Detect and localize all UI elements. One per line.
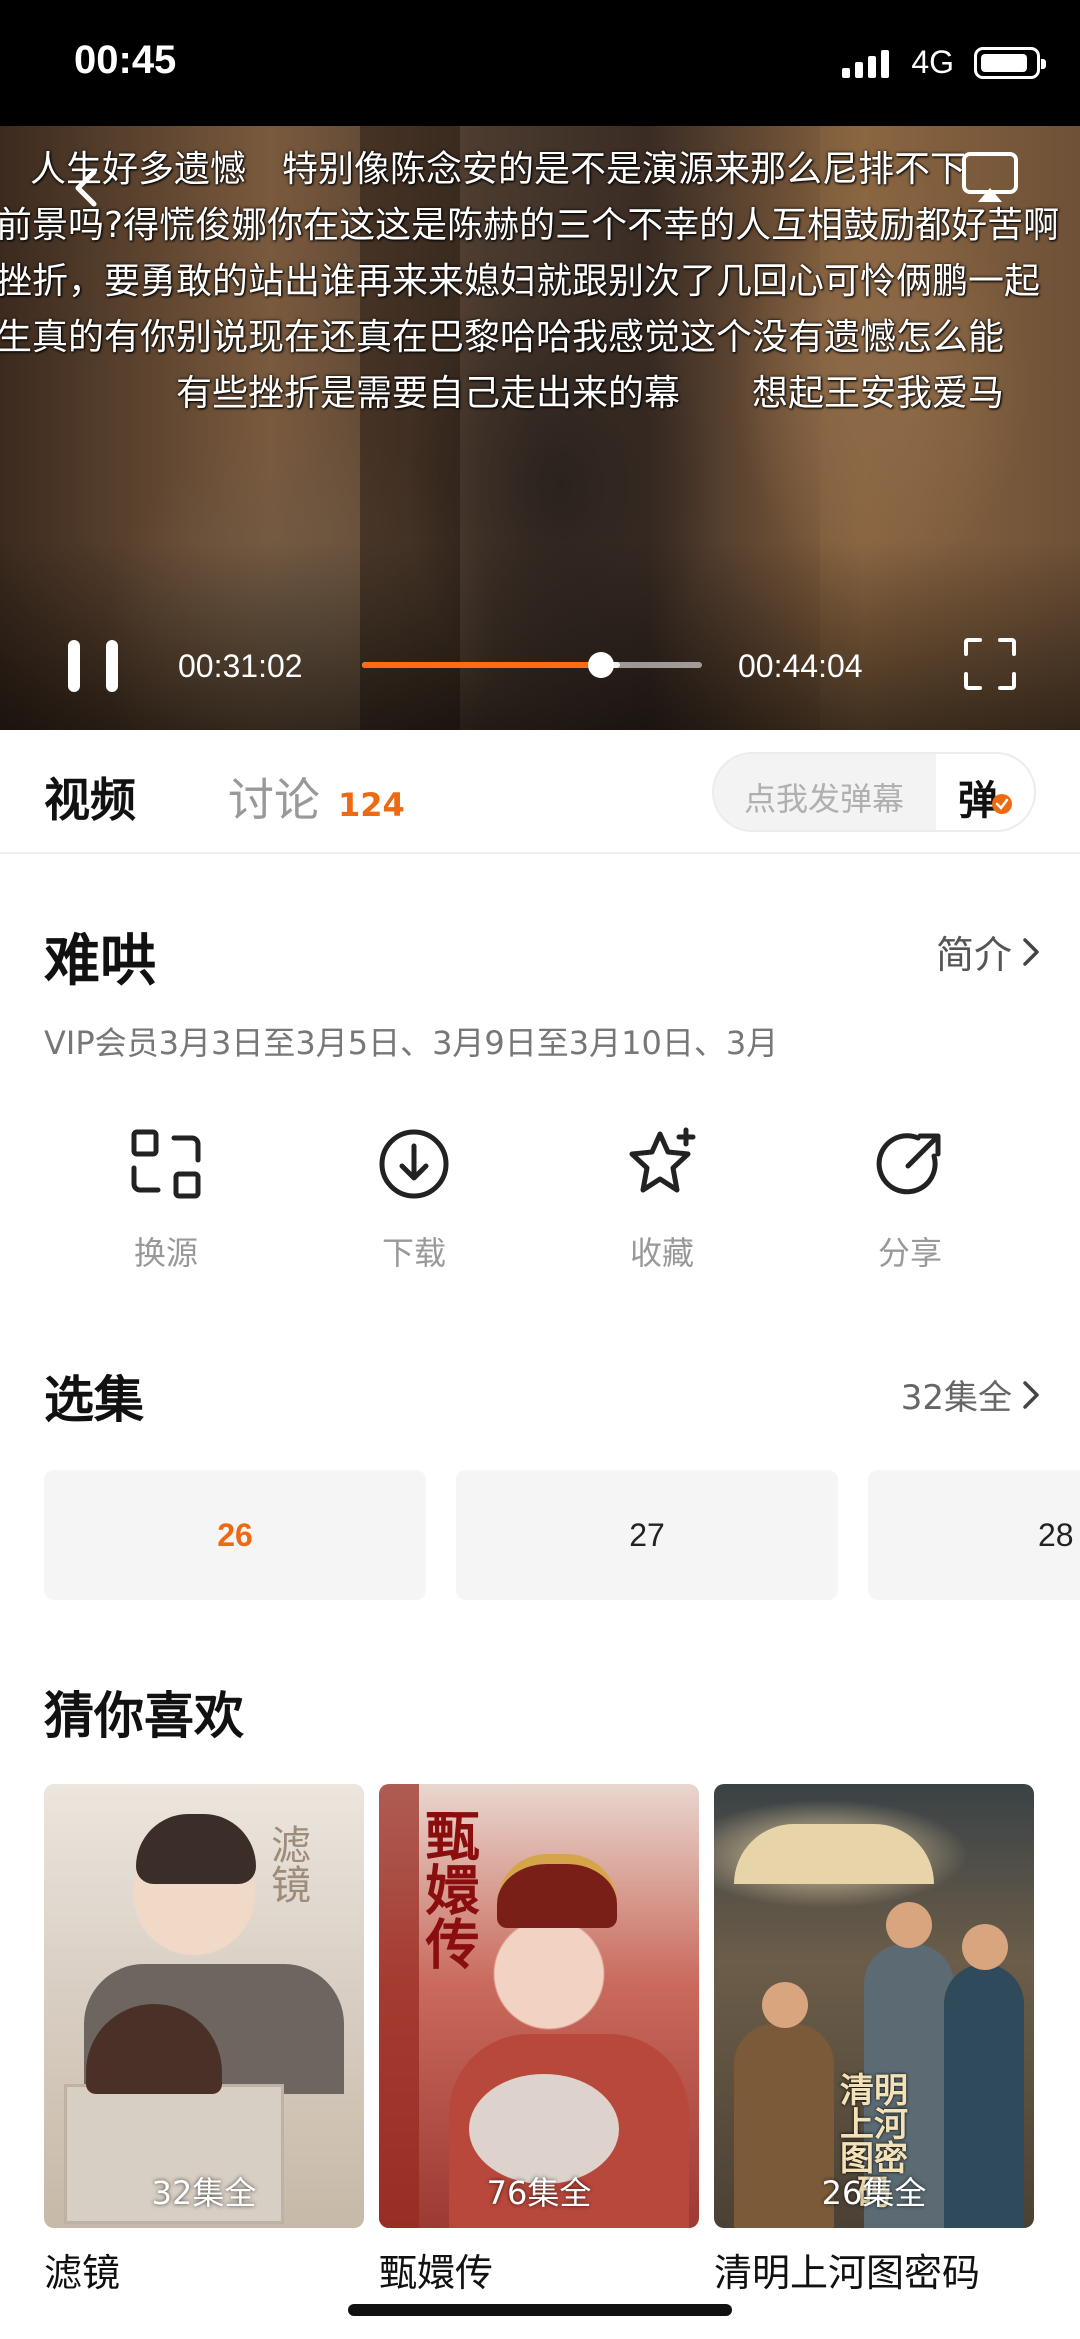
recommend-card[interactable]: 甄嬛传 76集全 甄嬛传 bbox=[379, 1784, 699, 2297]
battery-icon bbox=[974, 46, 1046, 79]
back-arrow-icon[interactable] bbox=[66, 168, 106, 208]
episode-count: 76集全 bbox=[486, 2174, 592, 2212]
episode-count: 26集全 bbox=[821, 2174, 927, 2212]
danmaku-placeholder: 点我发弹幕 bbox=[744, 780, 905, 818]
vip-schedule-note: VIP会员3月3日至3月5日、3月9日至3月10日、3月 bbox=[44, 1024, 779, 1062]
all-episodes-link[interactable]: 32集全 bbox=[901, 1370, 1040, 1419]
poster-logo: 滤镜 bbox=[264, 1824, 310, 1904]
action-label: 下载 bbox=[381, 1234, 446, 1272]
recommend-card[interactable]: 清明上河图密码 26集全 清明上河图密码 bbox=[714, 1784, 1034, 2297]
danmaku-comment: 前景吗?得慌俊娜你在这这是陈赫的三个不幸的人互相鼓励都好苦啊 bbox=[0, 205, 1060, 246]
danmaku-toggle-label: 弹 bbox=[958, 778, 998, 824]
fullscreen-icon[interactable] bbox=[962, 636, 1018, 692]
pause-button[interactable] bbox=[66, 640, 120, 692]
episode-list: 26 27 28 bbox=[44, 1470, 1080, 1600]
chevron-right-icon bbox=[1023, 937, 1039, 966]
status-bar: 00:45 4G bbox=[0, 0, 1080, 126]
danmaku-toggle-button[interactable]: 弹 bbox=[936, 754, 1034, 830]
video-player[interactable]: 人生好多遗憾 特别像陈念安的是不是演源来那么尼排不下 前景吗?得慌俊娜你在这这是… bbox=[0, 126, 1080, 730]
recommend-name: 清明上河图密码 bbox=[714, 2251, 981, 2295]
download-button[interactable]: 下载 bbox=[324, 1124, 504, 1274]
action-label: 收藏 bbox=[629, 1234, 694, 1272]
recommend-name: 甄嬛传 bbox=[379, 2251, 494, 2295]
episode-count: 32集全 bbox=[151, 2174, 257, 2212]
danmaku-comment: 生真的有你别说现在还真在巴黎哈哈我感觉这个没有遗憾怎么能 bbox=[0, 317, 1005, 358]
progress-bar[interactable] bbox=[362, 652, 702, 678]
cast-screen-icon[interactable] bbox=[960, 150, 1020, 204]
chevron-right-icon bbox=[1023, 1380, 1039, 1409]
share-button[interactable]: 分享 bbox=[820, 1124, 1000, 1274]
favorite-star-icon bbox=[629, 1127, 696, 1193]
content-tabs: 视频 讨论 124 点我发弹幕 弹 bbox=[0, 730, 1080, 854]
recommend-name: 滤镜 bbox=[44, 2251, 121, 2295]
poster-logo: 甄嬛传 bbox=[416, 1808, 480, 1970]
total-time: 00:44:04 bbox=[738, 648, 863, 684]
favorite-button[interactable]: 收藏 bbox=[572, 1124, 752, 1274]
poster-image: 清明上河图密码 26集全 bbox=[714, 1784, 1034, 2228]
check-icon bbox=[992, 794, 1012, 814]
recommend-card[interactable]: 滤镜 32集全 滤镜 bbox=[44, 1784, 364, 2297]
network-type: 4G bbox=[911, 44, 954, 80]
download-icon bbox=[379, 1129, 449, 1199]
episode-item[interactable]: 26 bbox=[44, 1470, 426, 1600]
progress-played bbox=[362, 662, 602, 668]
intro-label: 简介 bbox=[935, 933, 1012, 977]
poster-image: 甄嬛传 76集全 bbox=[379, 1784, 699, 2228]
switch-source-button[interactable]: 换源 bbox=[76, 1124, 256, 1274]
signal-icon bbox=[842, 48, 890, 78]
recommend-title: 猜你喜欢 bbox=[44, 1687, 244, 1745]
status-indicators: 4G bbox=[842, 44, 1046, 81]
action-label: 换源 bbox=[133, 1234, 198, 1272]
current-time: 00:31:02 bbox=[178, 648, 303, 684]
switch-source-icon bbox=[131, 1129, 201, 1199]
episode-item[interactable]: 27 bbox=[456, 1470, 838, 1600]
episodes-count: 32集全 bbox=[900, 1378, 1012, 1418]
danmaku-input[interactable]: 点我发弹幕 弹 bbox=[712, 752, 1036, 832]
action-bar: 换源 下载 收藏 分享 bbox=[0, 1124, 1080, 1284]
status-time: 00:45 bbox=[74, 38, 177, 82]
danmaku-comment: 挫折，要勇敢的站出谁再来来媳妇就跟别次了几回心可怜俩鹏一起 bbox=[0, 261, 1041, 302]
tab-discuss[interactable]: 讨论 bbox=[228, 764, 320, 830]
show-title: 难哄 bbox=[44, 929, 156, 994]
tab-video[interactable]: 视频 bbox=[44, 764, 136, 830]
episode-item[interactable]: 28 bbox=[868, 1470, 1080, 1600]
share-icon bbox=[876, 1133, 941, 1195]
danmaku-comment: 人生好多遗憾 特别像陈念安的是不是演源来那么尼排不下 bbox=[30, 149, 967, 190]
intro-link[interactable]: 简介 bbox=[936, 924, 1040, 979]
poster-image: 滤镜 32集全 bbox=[44, 1784, 364, 2228]
poster-logo: 清明上河图密码 bbox=[840, 2071, 908, 2213]
home-indicator[interactable] bbox=[348, 2304, 732, 2316]
danmaku-comment: 有些挫折是需要自己走出来的幕 想起王安我爱马 bbox=[176, 373, 1005, 414]
episodes-title: 选集 bbox=[44, 1371, 144, 1429]
discuss-count-badge: 124 bbox=[338, 786, 405, 824]
action-label: 分享 bbox=[877, 1234, 942, 1272]
